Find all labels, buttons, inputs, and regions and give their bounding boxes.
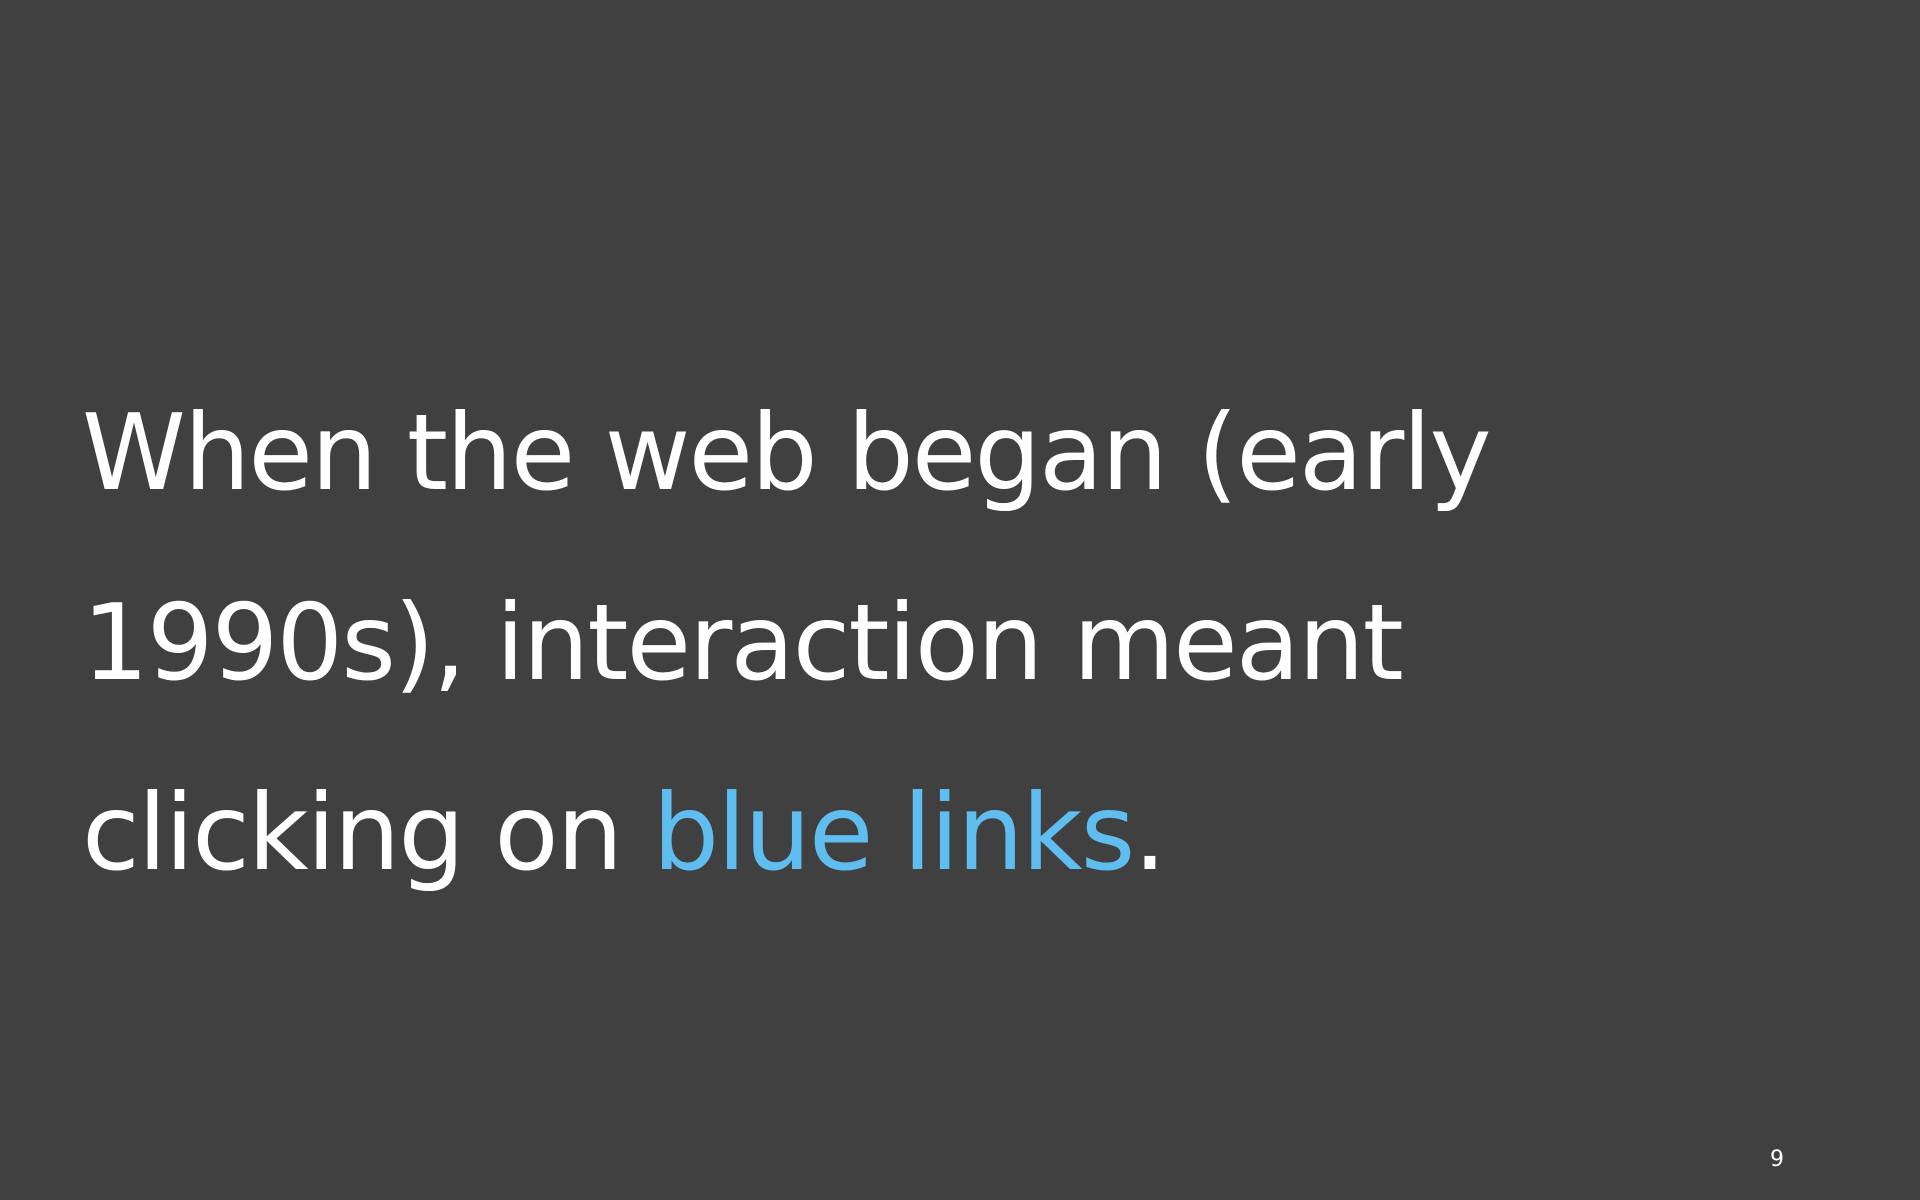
body-line-3: clicking on blue links. (82, 738, 1842, 928)
slide-body-text: When the web began (early 1990s), intera… (82, 358, 1842, 928)
body-line-3-prefix: clicking on (82, 772, 653, 894)
presentation-slide: When the web began (early 1990s), intera… (0, 0, 1920, 1200)
body-line-3-suffix: . (1133, 772, 1166, 894)
slide-number: 9 (1770, 1147, 1784, 1172)
blue-links-highlight: blue links (652, 772, 1136, 894)
body-line-2: 1990s), interaction meant (82, 582, 1404, 704)
body-line-1: When the web began (early (82, 392, 1492, 514)
